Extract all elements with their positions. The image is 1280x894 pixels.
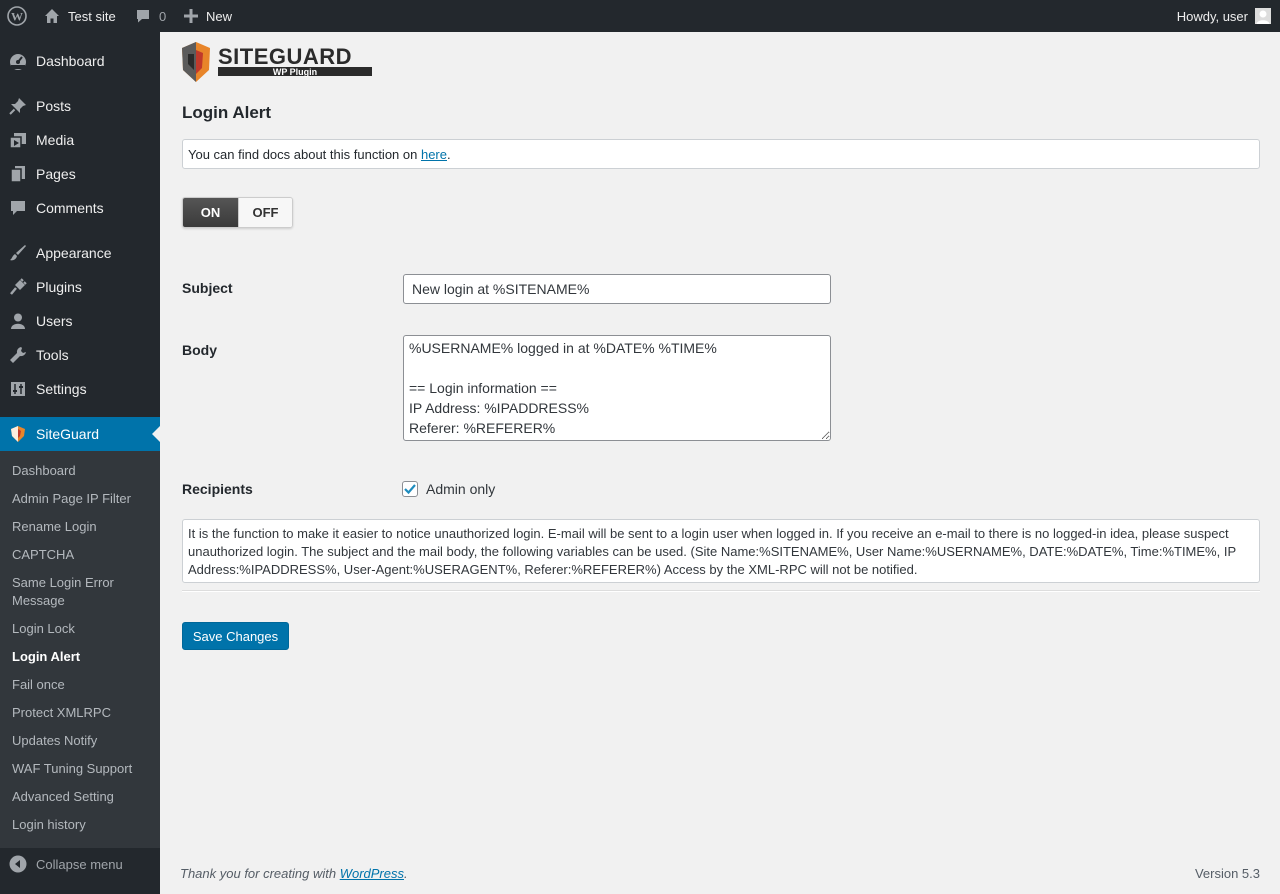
wordpress-logo-icon[interactable]: W bbox=[7, 0, 27, 32]
toggle-off-button[interactable]: OFF bbox=[238, 198, 292, 227]
recipients-label: Recipients bbox=[182, 481, 253, 497]
sidebar-item-tools[interactable]: Tools bbox=[0, 338, 160, 372]
sidebar-item-comments[interactable]: Comments bbox=[0, 191, 160, 225]
on-off-toggle: ON OFF bbox=[182, 197, 293, 228]
submenu-item-admin-page-ip-filter[interactable]: Admin Page IP Filter bbox=[12, 490, 152, 508]
sidebar-item-label: Appearance bbox=[36, 245, 112, 261]
body-textarea[interactable]: %USERNAME% logged in at %DATE% %TIME% ==… bbox=[403, 335, 831, 441]
docs-notice: You can find docs about this function on… bbox=[182, 139, 1260, 169]
logo-sub-text: WP Plugin bbox=[273, 67, 317, 77]
sidebar-item-label: Dashboard bbox=[36, 53, 105, 69]
media-icon bbox=[9, 131, 27, 149]
admin-only-label: Admin only bbox=[426, 481, 496, 497]
active-menu-arrow bbox=[152, 426, 160, 442]
pin-icon bbox=[9, 97, 27, 115]
submenu-item-login-history[interactable]: Login history bbox=[12, 816, 152, 834]
submenu-item-login-alert[interactable]: Login Alert bbox=[12, 648, 152, 666]
siteguard-logo: SITEGUARD WP Plugin bbox=[182, 42, 372, 84]
sidebar-item-label: Comments bbox=[36, 200, 104, 216]
admin-only-checkbox[interactable] bbox=[402, 481, 418, 497]
sidebar-item-label: Settings bbox=[36, 381, 87, 397]
submenu-item-advanced-setting[interactable]: Advanced Setting bbox=[12, 788, 152, 806]
divider bbox=[182, 590, 1260, 592]
docs-suffix: . bbox=[447, 146, 451, 162]
admin-bar: W Test site 0 New Howdy, user bbox=[0, 0, 1280, 32]
sidebar-item-label: Posts bbox=[36, 98, 72, 114]
avatar bbox=[1255, 8, 1271, 24]
pages-icon bbox=[9, 165, 27, 183]
sidebar-item-pages[interactable]: Pages bbox=[0, 157, 160, 191]
toggle-on-button[interactable]: ON bbox=[183, 198, 238, 227]
comments-link[interactable]: 0 bbox=[135, 0, 166, 32]
sidebar-item-label: Users bbox=[36, 313, 73, 329]
footer-version: Version 5.3 bbox=[1194, 866, 1260, 881]
collapse-arrow-icon bbox=[9, 855, 27, 876]
siteguard-submenu: Dashboard Admin Page IP Filter Rename Lo… bbox=[0, 451, 160, 848]
comment-icon bbox=[135, 8, 151, 24]
logo-brand-text: SITEGUARD bbox=[218, 44, 352, 69]
subject-label: Subject bbox=[182, 280, 233, 296]
site-name-link[interactable]: Test site bbox=[44, 0, 116, 32]
footer-thanks-suffix: . bbox=[404, 866, 408, 881]
new-content-link[interactable]: New bbox=[184, 0, 232, 32]
site-name-label: Test site bbox=[68, 8, 116, 24]
brush-icon bbox=[9, 244, 27, 262]
save-changes-button[interactable]: Save Changes bbox=[182, 622, 289, 650]
wordpress-link[interactable]: WordPress bbox=[340, 866, 404, 881]
docs-link[interactable]: here bbox=[421, 147, 447, 162]
sidebar-item-label: Pages bbox=[36, 166, 76, 182]
submenu-item-updates-notify[interactable]: Updates Notify bbox=[12, 732, 152, 750]
submenu-item-login-lock[interactable]: Login Lock bbox=[12, 620, 152, 638]
home-icon bbox=[44, 8, 60, 24]
submenu-item-waf-tuning-support[interactable]: WAF Tuning Support bbox=[12, 760, 152, 778]
footer-thanks: Thank you for creating with WordPress. bbox=[180, 866, 408, 881]
sidebar-item-label: Media bbox=[36, 132, 75, 148]
siteguard-shield-icon bbox=[9, 425, 27, 443]
submenu-item-captcha[interactable]: CAPTCHA bbox=[12, 546, 152, 564]
sidebar-item-appearance[interactable]: Appearance bbox=[0, 236, 160, 270]
svg-text:W: W bbox=[11, 10, 23, 24]
comment-icon bbox=[9, 199, 27, 217]
subject-input[interactable] bbox=[403, 274, 831, 304]
sidebar-item-label: SiteGuard bbox=[36, 426, 100, 442]
main-content: SITEGUARD WP Plugin Login Alert You can … bbox=[160, 32, 1280, 894]
submenu-item-protect-xmlrpc[interactable]: Protect XMLRPC bbox=[12, 704, 152, 722]
sidebar-item-posts[interactable]: Posts bbox=[0, 89, 160, 123]
plus-icon bbox=[184, 9, 198, 23]
submenu-item-rename-login[interactable]: Rename Login bbox=[12, 518, 152, 536]
plug-icon bbox=[9, 278, 27, 296]
sidebar-item-media[interactable]: Media bbox=[0, 123, 160, 157]
description-box: It is the function to make it easier to … bbox=[182, 519, 1260, 583]
sidebar-item-settings[interactable]: Settings bbox=[0, 372, 160, 406]
submenu-item-fail-once[interactable]: Fail once bbox=[12, 676, 152, 694]
sidebar-item-users[interactable]: Users bbox=[0, 304, 160, 338]
checkmark-icon bbox=[404, 484, 416, 495]
page-title: Login Alert bbox=[182, 103, 272, 122]
account-menu[interactable]: Howdy, user bbox=[1177, 0, 1271, 32]
sidebar-item-plugins[interactable]: Plugins bbox=[0, 270, 160, 304]
submenu-item-dashboard[interactable]: Dashboard bbox=[12, 462, 152, 480]
body-label: Body bbox=[182, 342, 217, 358]
wrench-icon bbox=[9, 346, 27, 364]
docs-text: You can find docs about this function on bbox=[188, 146, 421, 162]
collapse-menu-button[interactable]: Collapse menu bbox=[0, 848, 160, 880]
settings-icon bbox=[9, 380, 27, 398]
sidebar-item-label: Plugins bbox=[36, 279, 82, 295]
sidebar-item-siteguard[interactable]: SiteGuard bbox=[0, 417, 160, 451]
howdy-label: Howdy, user bbox=[1176, 8, 1248, 24]
sidebar-item-label: Tools bbox=[36, 347, 69, 363]
sidebar-item-dashboard[interactable]: Dashboard bbox=[0, 44, 160, 78]
dashboard-icon bbox=[9, 52, 27, 70]
collapse-menu-label: Collapse menu bbox=[36, 856, 123, 872]
comments-count: 0 bbox=[159, 8, 167, 24]
user-icon bbox=[9, 312, 27, 330]
submenu-item-same-login-error-message[interactable]: Same Login Error Message bbox=[12, 574, 132, 610]
new-label: New bbox=[206, 8, 233, 24]
footer-thanks-text: Thank you for creating with bbox=[180, 866, 340, 881]
